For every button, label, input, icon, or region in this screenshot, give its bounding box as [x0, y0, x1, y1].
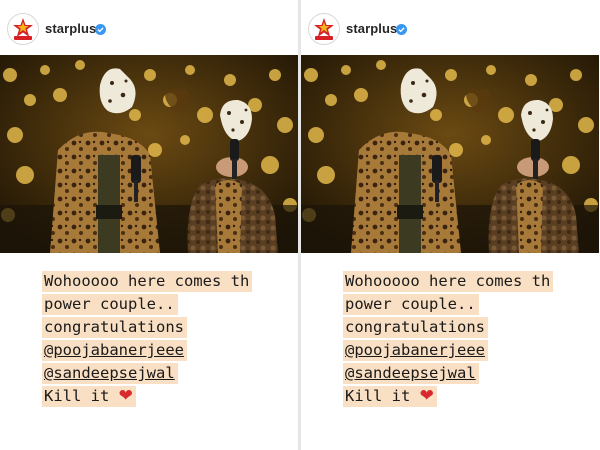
username[interactable]: starplus — [45, 21, 96, 36]
story-panel-right: starplus Wohooooo here comes th power co… — [301, 0, 599, 450]
story-caption: Wohooooo here comes th power couple.. co… — [343, 270, 599, 408]
mention-link[interactable]: @sandeepsejwal — [42, 363, 178, 384]
username[interactable]: starplus — [346, 21, 397, 36]
starplus-logo-icon — [13, 18, 33, 40]
profile-avatar[interactable] — [308, 13, 340, 45]
caption-line: Wohooooo here comes th — [343, 271, 554, 292]
caption-line: congratulations — [42, 317, 187, 338]
starplus-logo-icon — [314, 18, 334, 40]
caption-line: Kill it — [345, 387, 411, 405]
caption-line: power couple.. — [343, 294, 479, 315]
mention-link[interactable]: @poojabanerjeee — [343, 340, 488, 361]
caption-line: Wohooooo here comes th — [42, 271, 253, 292]
verified-badge-icon — [95, 24, 106, 35]
profile-avatar[interactable] — [7, 13, 39, 45]
story-panel-left: starplus Wohooooo here comes th power co… — [0, 0, 298, 450]
caption-line: congratulations — [343, 317, 488, 338]
story-header: starplus — [0, 0, 298, 56]
caption-line: power couple.. — [42, 294, 178, 315]
story-photo — [0, 55, 298, 253]
mention-link[interactable]: @sandeepsejwal — [343, 363, 479, 384]
story-header: starplus — [301, 0, 599, 56]
heart-emoji: ❤ — [118, 386, 133, 406]
heart-emoji: ❤ — [419, 386, 434, 406]
mention-link[interactable]: @poojabanerjeee — [42, 340, 187, 361]
story-caption: Wohooooo here comes th power couple.. co… — [42, 270, 298, 408]
verified-badge-icon — [396, 24, 407, 35]
story-photo — [301, 55, 599, 253]
caption-line: Kill it — [44, 387, 110, 405]
